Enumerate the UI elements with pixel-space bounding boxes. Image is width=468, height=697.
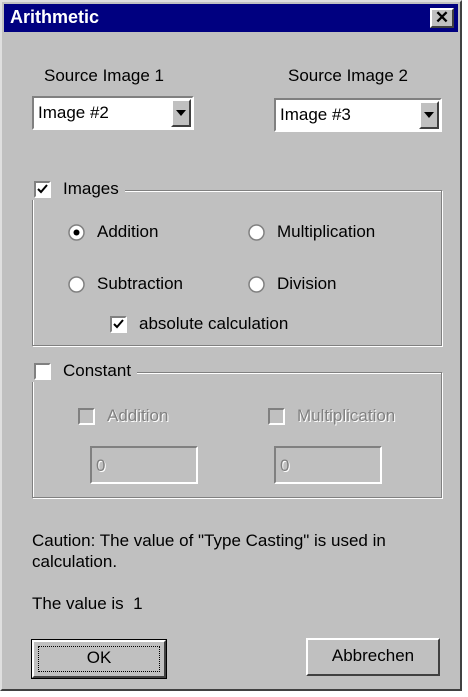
source-image-1-label: Source Image 1: [44, 66, 165, 85]
radio-subtraction[interactable]: Subtraction: [68, 274, 183, 294]
source-image-2-select[interactable]: Image #3: [274, 98, 442, 132]
images-checkbox[interactable]: [34, 180, 51, 198]
images-label: Images: [63, 179, 119, 198]
radio-multiplication-label: Multiplication: [277, 222, 376, 241]
constant-multiplication-checkbox: [268, 407, 285, 425]
cancel-button[interactable]: Abbrechen: [306, 638, 440, 676]
absolute-calculation-label: absolute calculation: [139, 314, 289, 333]
title-bar[interactable]: Arithmetic ✕: [4, 4, 458, 32]
radio-addition[interactable]: Addition: [68, 222, 158, 242]
constant-checkbox[interactable]: [34, 362, 51, 380]
cancel-button-label: Abbrechen: [331, 646, 415, 665]
value-text: The value is 1: [32, 594, 143, 613]
radio-icon[interactable]: [248, 275, 265, 293]
chevron-down-icon[interactable]: [419, 101, 439, 129]
radio-division-label: Division: [277, 274, 337, 293]
checkmark-icon: [37, 183, 48, 193]
radio-addition-label: Addition: [97, 222, 159, 241]
window-title: Arithmetic: [10, 7, 100, 27]
constant-multiplication-row: Multiplication: [268, 406, 395, 426]
source-image-1-value: Image #2: [38, 103, 109, 122]
images-checkbox-row[interactable]: Images: [32, 178, 125, 200]
constant-multiplication-value: 0: [280, 456, 290, 475]
constant-checkbox-row[interactable]: Constant: [32, 360, 138, 382]
radio-selected-icon[interactable]: [68, 223, 85, 241]
constant-addition-label: Addition: [107, 406, 169, 425]
radio-division[interactable]: Division: [248, 274, 337, 294]
constant-multiplication-label: Multiplication: [297, 406, 396, 425]
radio-multiplication[interactable]: Multiplication: [248, 222, 375, 242]
radio-icon[interactable]: [68, 275, 85, 293]
caution-text: Caution: The value of "Type Casting" is …: [32, 531, 386, 571]
constant-addition-checkbox: [78, 407, 95, 425]
radio-icon[interactable]: [248, 223, 265, 241]
checkmark-icon: [113, 318, 124, 328]
constant-multiplication-input: 0: [274, 446, 382, 484]
source-image-2-label: Source Image 2: [288, 66, 409, 85]
constant-addition-input: 0: [90, 446, 198, 484]
absolute-calculation-row[interactable]: absolute calculation: [110, 314, 288, 334]
constant-addition-value: 0: [96, 456, 106, 475]
constant-addition-row: Addition: [78, 406, 168, 426]
absolute-calculation-checkbox[interactable]: [110, 315, 127, 333]
ok-button[interactable]: OK: [31, 639, 167, 679]
close-button[interactable]: ✕: [430, 8, 454, 28]
source-image-2-value: Image #3: [280, 105, 351, 124]
chevron-down-icon[interactable]: [171, 99, 191, 127]
radio-subtraction-label: Subtraction: [97, 274, 183, 293]
source-image-1-select[interactable]: Image #2: [32, 96, 194, 130]
close-icon: ✕: [434, 8, 450, 27]
constant-label: Constant: [63, 361, 132, 380]
focus-rectangle: [38, 646, 160, 672]
